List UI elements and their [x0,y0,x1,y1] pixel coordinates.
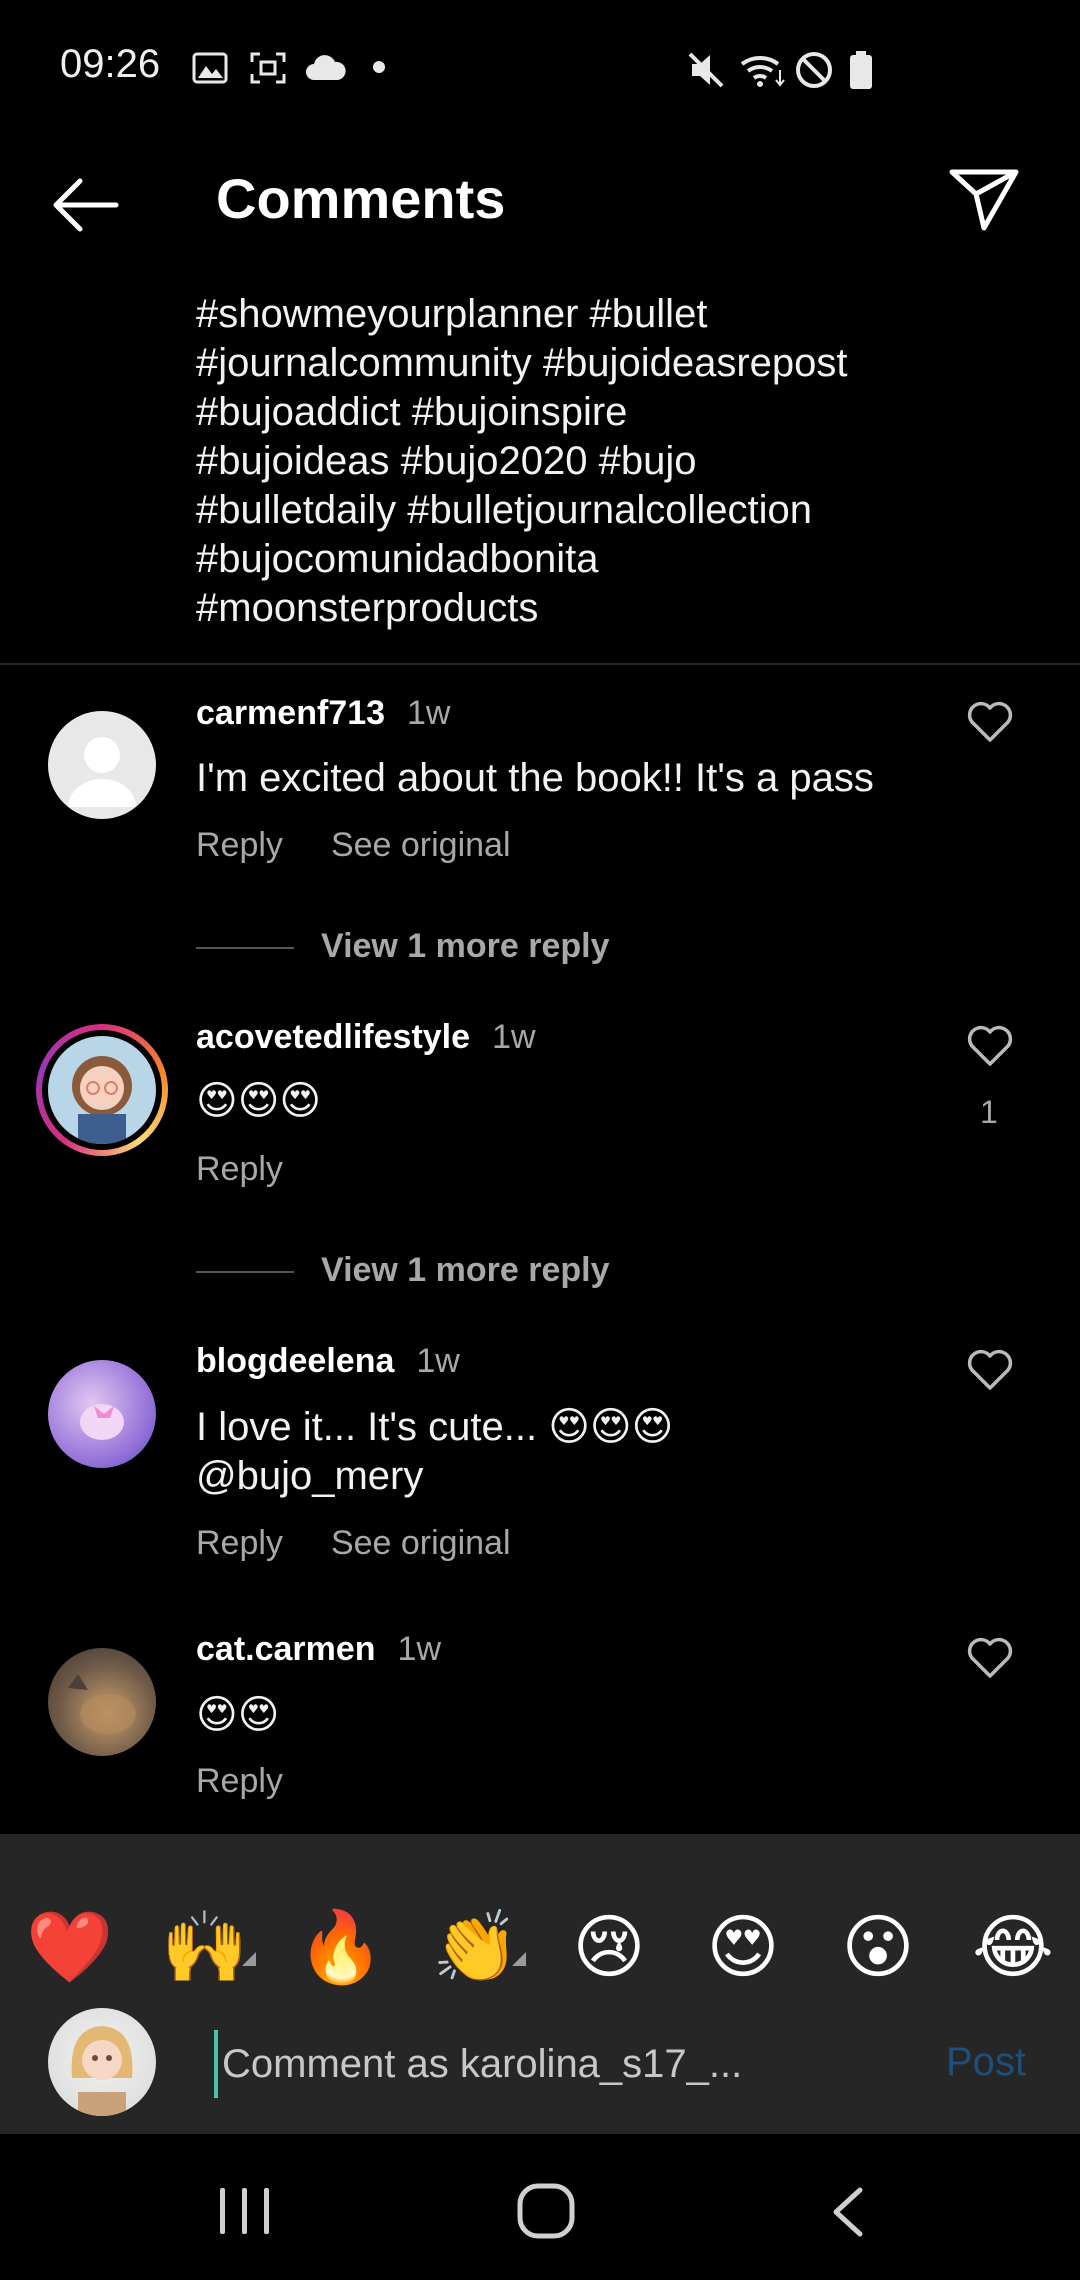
comment-input[interactable] [214,2030,922,2098]
comment-time: 1w [407,694,451,732]
blonde-girl-avatar-icon [71,2026,133,2116]
emoji-clapping-hands[interactable]: 👏 [432,1906,519,1988]
username-text[interactable]: acovetedlifestyle [196,1018,470,1056]
story-ring[interactable] [36,1024,168,1156]
post-button[interactable]: Post [946,2040,1026,2085]
comment-time: 1w [416,1342,460,1380]
username-text[interactable]: cat.carmen [196,1630,376,1668]
status-time: 09:26 [60,42,161,86]
cat-avatar-icon [68,1674,136,1734]
emoji-surprised-face[interactable]: 😮 [837,1906,919,1988]
emoji-tears-of-joy[interactable]: 😂 [972,1906,1054,1988]
do-not-disturb-icon [796,52,832,88]
view-more-replies-label[interactable]: View 1 more reply [321,1251,610,1290]
battery-icon [850,51,872,89]
bunny-avatar-icon [80,1404,124,1440]
comment-text: 😍😍 [196,1692,280,1738]
back-icon[interactable] [828,2186,868,2238]
navigation-bar [0,2134,1080,2280]
cloud-icon [306,55,346,80]
comment-actions: Reply See original [196,1524,559,1563]
username-text[interactable]: blogdeelena [196,1342,394,1380]
skin-tone-indicator [512,1952,526,1966]
reply-divider-line [196,1271,294,1273]
caption-line[interactable]: #moonsterproducts [196,586,538,631]
comment-actions: Reply See original [196,826,559,865]
wifi-icon [740,56,785,87]
back-arrow-icon[interactable] [50,178,120,232]
heart-icon[interactable] [966,1024,1014,1068]
reply-button[interactable]: Reply [196,1150,283,1188]
mute-icon [688,52,724,88]
comment-mention[interactable]: @bujo_mery [196,1454,423,1499]
comment-username[interactable]: carmenf713 1w [196,694,450,733]
comment-time: 1w [492,1018,536,1056]
heart-icon[interactable] [966,1636,1014,1680]
avatar[interactable] [48,1036,156,1144]
comment-text: 😍😍😍 [196,1078,322,1124]
my-avatar [48,2008,156,2116]
comment-text: I love it... It's cute... 😍😍😍 [196,1405,674,1449]
emoji-crying-face[interactable]: 😢 [568,1906,650,1988]
heart-icon[interactable] [966,1348,1014,1392]
reply-button[interactable]: Reply [196,1524,283,1562]
comment-actions: Reply [196,1150,331,1189]
comment-actions: Reply [196,1762,331,1801]
comment-text: I'm excited about the book!! It's a pass [196,756,874,800]
emoji-fire[interactable]: 🔥 [297,1906,384,1988]
default-avatar-icon [68,737,136,807]
caption-line[interactable]: #showmeyourplanner #bullet [196,292,707,337]
caption-line[interactable]: #bujoideas #bujo2020 #bujo [196,439,696,484]
caption-line[interactable]: #bulletdaily #bulletjournalcollection [196,488,812,533]
comment-username[interactable]: blogdeelena 1w [196,1342,460,1381]
username-text[interactable]: carmenf713 [196,694,385,732]
comment-username[interactable]: cat.carmen 1w [196,1630,441,1669]
see-original-button[interactable]: See original [331,1524,511,1562]
emoji-heart[interactable]: ❤️ [26,1906,113,1988]
caption-line[interactable]: #journalcommunity #bujoideasrepost [196,341,847,386]
heart-icon[interactable] [966,700,1014,744]
skin-tone-indicator [242,1952,256,1966]
avatar[interactable] [48,711,156,819]
avatar[interactable] [48,1360,156,1468]
reply-button[interactable]: Reply [196,826,283,864]
comment-username[interactable]: acovetedlifestyle 1w [196,1018,536,1057]
cartoon-girl-avatar-icon [72,1056,132,1144]
avatar[interactable] [48,1648,156,1756]
view-more-replies-label[interactable]: View 1 more reply [321,927,610,966]
recent-apps-icon[interactable] [218,2186,272,2236]
divider [0,663,1080,665]
page-title: Comments [216,167,506,230]
gallery-icon [192,52,228,84]
like-count[interactable]: 1 [980,1094,998,1131]
comment-time: 1w [397,1630,442,1668]
emoji-heart-eyes[interactable]: 😍 [702,1906,784,1988]
caption-line[interactable]: #bujoaddict #bujoinspire [196,390,627,435]
see-original-button[interactable]: See original [331,826,511,864]
dot-icon [373,61,385,73]
reply-button[interactable]: Reply [196,1762,283,1800]
reply-divider-line [196,947,294,949]
caption-line[interactable]: #bujocomunidadbonita [196,537,599,582]
screenshot-icon [250,52,286,84]
home-icon[interactable] [516,2182,576,2240]
emoji-raising-hands[interactable]: 🙌 [161,1906,248,1988]
send-icon[interactable] [948,166,1020,232]
